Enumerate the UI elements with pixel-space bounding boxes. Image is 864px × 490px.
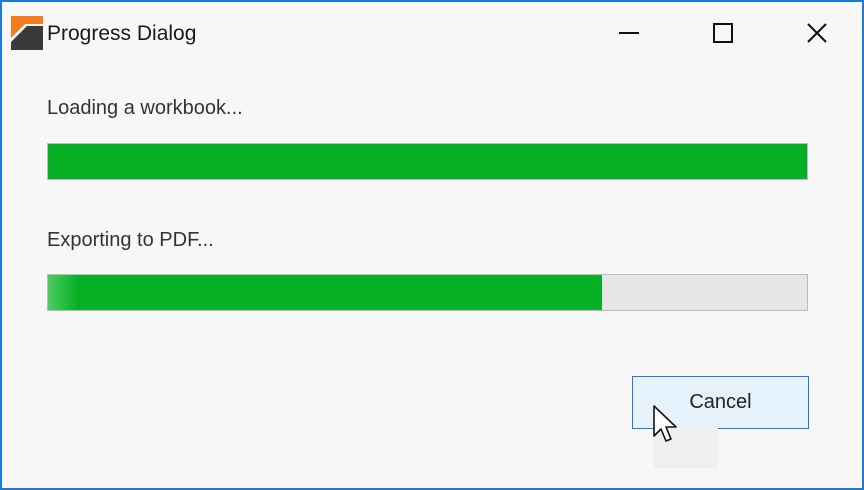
maximize-button[interactable] — [700, 12, 746, 54]
app-logo-icon — [11, 16, 43, 50]
progress-fill-export — [48, 275, 603, 310]
progress-bar-loading — [47, 143, 808, 180]
task-label-export: Exporting to PDF... — [47, 229, 214, 251]
minimize-icon — [619, 32, 639, 34]
progress-bar-export — [47, 274, 808, 311]
close-button[interactable] — [794, 12, 840, 54]
progress-dialog-window: Progress Dialog Loading a workbook... Ex… — [0, 0, 864, 490]
task-label-loading: Loading a workbook... — [47, 97, 243, 119]
title-bar[interactable]: Progress Dialog — [2, 2, 862, 64]
mouse-pointer-icon — [653, 405, 677, 442]
minimize-button[interactable] — [606, 12, 652, 54]
progress-fill-loading — [48, 144, 807, 179]
window-title: Progress Dialog — [47, 22, 197, 45]
close-icon — [807, 23, 827, 43]
maximize-icon — [713, 23, 733, 43]
